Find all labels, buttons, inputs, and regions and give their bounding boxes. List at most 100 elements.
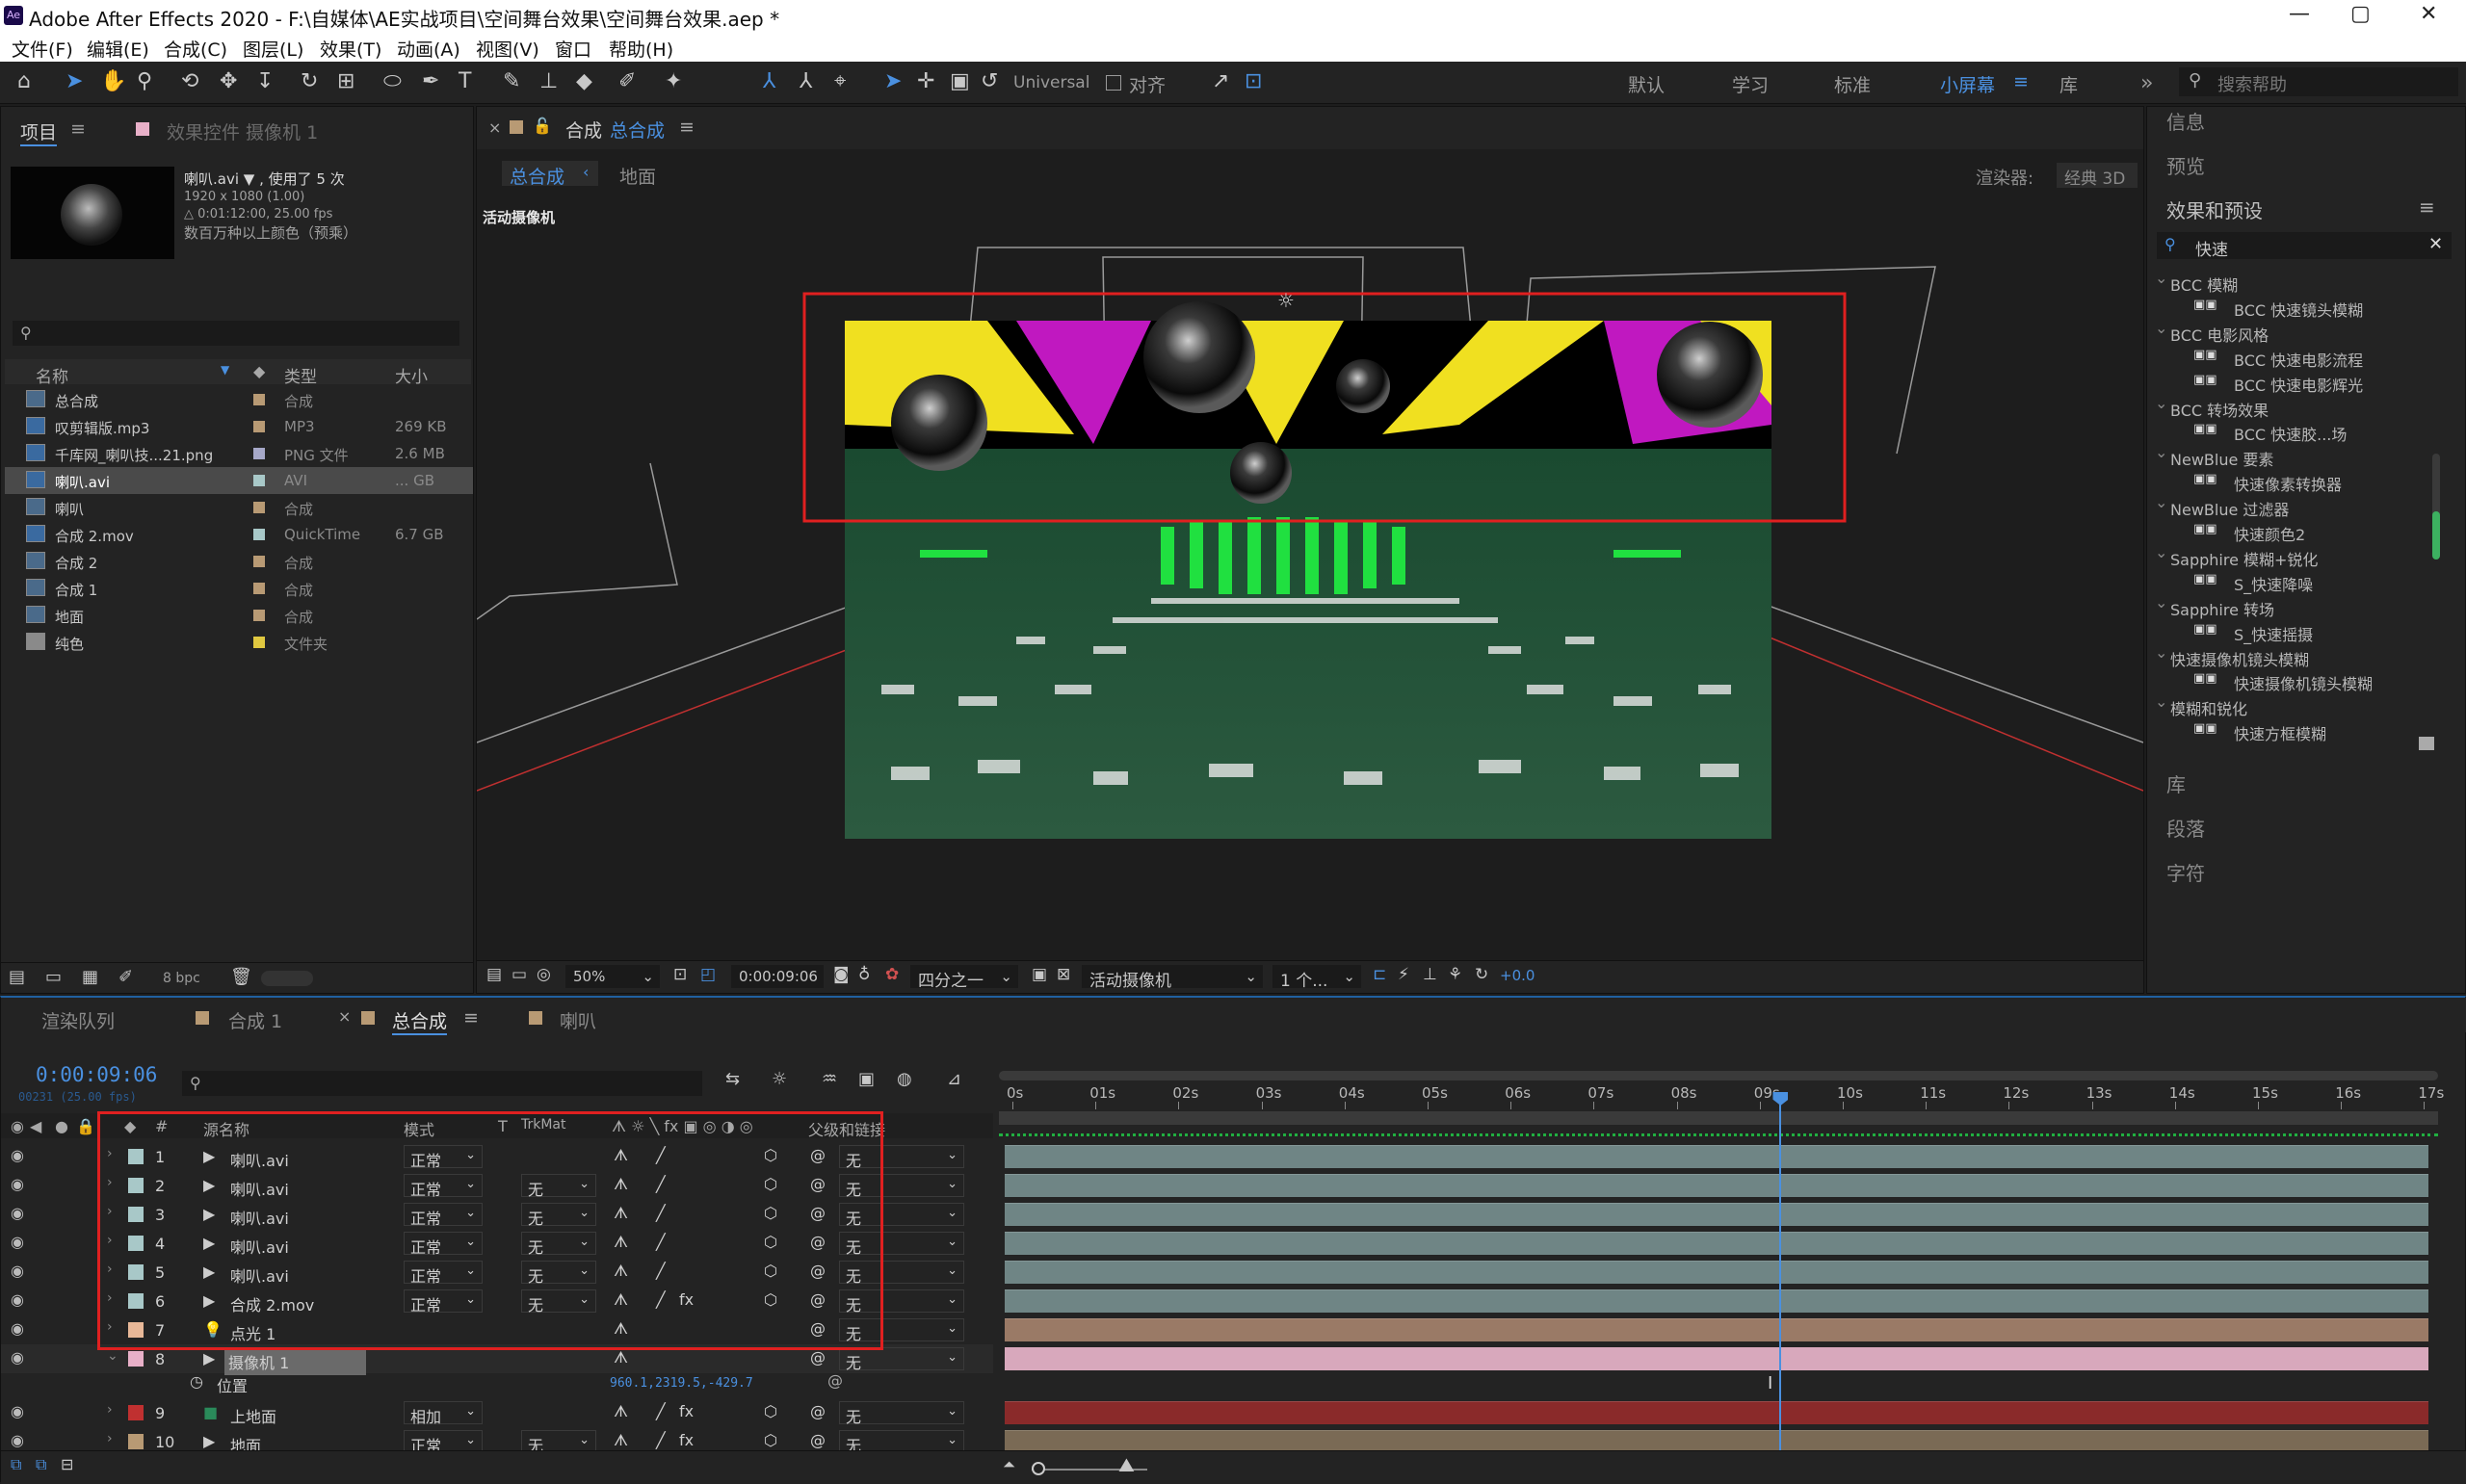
effects-search-input[interactable]: ⚲ 快速 ✕ — [2157, 232, 2452, 260]
menu-layer[interactable]: 图层(L) — [243, 36, 303, 62]
light-icon[interactable]: ☼ — [1277, 289, 1295, 312]
modes-toggle-icon[interactable]: ⧉ — [36, 1457, 46, 1472]
disclosure-chevron-icon[interactable]: ⌄ — [2155, 443, 2167, 461]
layer-duration-bar[interactable] — [1005, 1232, 2428, 1255]
project-item[interactable]: 合成 1 合成 — [5, 575, 473, 602]
reset-exposure-icon[interactable]: ↻ — [1475, 967, 1488, 983]
move-arrow-icon[interactable]: ➤ — [884, 71, 902, 92]
local-axis-icon[interactable]: ⅄ — [763, 71, 775, 92]
puppet-pin-icon[interactable]: ✦ — [665, 71, 682, 92]
channels-icon[interactable]: ✿ — [885, 967, 899, 983]
rotate-icon[interactable]: ↺ — [981, 71, 998, 92]
new-composition-icon[interactable]: ▦ — [82, 969, 98, 986]
clone-stamp-icon[interactable]: ⊥ — [539, 71, 558, 92]
effect-category[interactable]: NewBlue 过滤器 — [2170, 497, 2289, 520]
workspace-menu-icon[interactable]: ≡ — [2013, 71, 2029, 92]
breadcrumb-active[interactable]: 总合成 ‹ — [502, 161, 598, 188]
snap-checkbox[interactable] — [1106, 75, 1121, 91]
trash-icon[interactable]: 🗑 — [230, 969, 252, 986]
snapshot-camera-icon[interactable]: ◙ — [833, 967, 850, 983]
label-swatch[interactable] — [253, 475, 265, 486]
show-snapshot-icon[interactable]: ♁ — [858, 967, 870, 983]
info-panel-header[interactable]: 信息 — [2166, 107, 2205, 135]
mask-visibility-icon[interactable]: ◰ — [700, 967, 716, 983]
paragraph-panel-header[interactable]: 段落 — [2166, 814, 2205, 842]
disclosure-chevron-icon[interactable]: ⌄ — [2155, 319, 2167, 337]
column-type[interactable]: 类型 — [284, 363, 317, 387]
bit-depth-button[interactable]: 8 bpc — [163, 971, 200, 986]
breadcrumb-ground[interactable]: 地面 — [619, 163, 656, 189]
effect-item[interactable]: S_快速摇摄 — [2234, 622, 2313, 645]
effect-category[interactable]: BCC 电影风格 — [2170, 323, 2269, 346]
effect-item[interactable]: BCC 快速镜头模糊 — [2234, 298, 2363, 321]
disclosure-chevron-icon[interactable]: ⌄ — [2155, 394, 2167, 412]
eraser-tool-icon[interactable]: ◆ — [576, 71, 592, 92]
playhead[interactable] — [1772, 1092, 1789, 1468]
ellipse-tool-icon[interactable]: ⬭ — [383, 71, 402, 92]
anchor-point-tool-icon[interactable]: ⊞ — [337, 71, 354, 92]
project-item[interactable]: 总合成 合成 — [5, 386, 473, 413]
layer-duration-bar[interactable] — [1005, 1174, 2428, 1197]
toggle-pixel-aspect-icon[interactable]: ⊏ — [1373, 967, 1386, 983]
effect-item[interactable]: 快速方框模糊 — [2234, 721, 2326, 744]
project-item[interactable]: 喇叭.avi AVI ... GB — [5, 467, 473, 494]
panel-menu-icon[interactable]: ≡ — [679, 117, 695, 138]
workspace-standard[interactable]: 标准 — [1834, 71, 1871, 97]
vr-icon[interactable]: ◎ — [537, 967, 551, 983]
project-item[interactable]: 合成 2.mov QuickTime 6.7 GB — [5, 521, 473, 548]
search-help-input[interactable]: ⚲ 搜索帮助 — [2179, 67, 2458, 96]
disclosure-chevron-icon[interactable]: ⌄ — [2155, 643, 2167, 662]
in-out-toggle-icon[interactable]: ⊟ — [61, 1457, 73, 1472]
effect-category[interactable]: 快速摄像机镜头模糊 — [2170, 647, 2309, 670]
project-item[interactable]: 喇叭 合成 — [5, 494, 473, 521]
label-swatch[interactable] — [253, 583, 265, 594]
fit-icon[interactable]: ⊡ — [673, 967, 687, 983]
rotation-tool-icon[interactable]: ↻ — [301, 71, 318, 92]
disclosure-chevron-icon[interactable]: ⌄ — [2155, 543, 2167, 561]
thumbnail-slider[interactable] — [261, 971, 313, 986]
snap-options-icon[interactable]: ↗ — [1212, 71, 1229, 92]
effect-item[interactable]: 快速摄像机镜头模糊 — [2234, 671, 2373, 694]
project-item[interactable]: 叹剪辑版.mp3 MP3 269 KB — [5, 413, 473, 440]
clear-search-icon[interactable]: ✕ — [2428, 234, 2443, 254]
more-workspaces-icon[interactable]: » — [2140, 71, 2153, 95]
fast-previews-icon[interactable]: ⚡ — [1398, 967, 1409, 983]
sort-chevron-down-icon[interactable]: ▼ — [221, 363, 229, 377]
layer-duration-bar[interactable] — [1005, 1261, 2428, 1284]
world-axis-icon[interactable]: ⅄ — [800, 71, 812, 92]
effect-item[interactable]: 快速颜色2 — [2234, 522, 2305, 545]
zoom-select[interactable]: 50% ⌄ — [565, 965, 660, 988]
roto-brush-icon[interactable]: ✐ — [618, 71, 636, 92]
project-item[interactable]: 地面 合成 — [5, 602, 473, 629]
tab-comp-total[interactable]: 总合成 — [610, 117, 665, 143]
layer-duration-bar[interactable] — [1005, 1401, 2428, 1424]
layer-switches-icon[interactable]: ⧉ — [11, 1457, 21, 1472]
workspace-default[interactable]: 默认 — [1628, 71, 1665, 97]
axis-mode-label[interactable]: Universal — [1013, 73, 1089, 92]
zoom-in-icon[interactable]: ⛰ — [1118, 1455, 1135, 1474]
zoom-tool-icon[interactable]: ⚲ — [137, 71, 152, 92]
label-swatch[interactable] — [253, 421, 265, 432]
label-swatch[interactable] — [253, 610, 265, 621]
label-swatch[interactable] — [253, 502, 265, 513]
interpret-footage-icon[interactable]: ▤ — [9, 969, 25, 986]
type-tool-icon[interactable]: T — [459, 71, 471, 92]
grid-snap-icon[interactable]: ⊡ — [1245, 71, 1262, 92]
lock-icon[interactable]: 🔓 — [533, 117, 552, 135]
close-tab-icon[interactable]: × — [488, 118, 501, 137]
effect-category[interactable]: Sapphire 转场 — [2170, 597, 2274, 620]
monitor-icon[interactable]: ▭ — [512, 967, 527, 983]
layer-duration-bar[interactable] — [1005, 1289, 2428, 1313]
label-swatch[interactable] — [253, 448, 265, 459]
label-swatch[interactable] — [253, 556, 265, 567]
dolly-camera-icon[interactable]: ↧ — [256, 71, 274, 92]
menu-effect[interactable]: 效果(T) — [320, 36, 381, 62]
always-preview-icon[interactable]: ▤ — [486, 967, 502, 983]
character-panel-header[interactable]: 字符 — [2166, 858, 2205, 886]
work-area-range[interactable] — [999, 1111, 2438, 1125]
tab-project[interactable]: 项目 — [20, 118, 58, 146]
tab-effect-controls[interactable]: 效果控件 摄像机 1 — [167, 118, 318, 144]
move-cross-icon[interactable]: ✛ — [917, 71, 934, 92]
workspace-learn[interactable]: 学习 — [1732, 71, 1769, 97]
close-button[interactable]: ✕ — [2420, 2, 2437, 26]
